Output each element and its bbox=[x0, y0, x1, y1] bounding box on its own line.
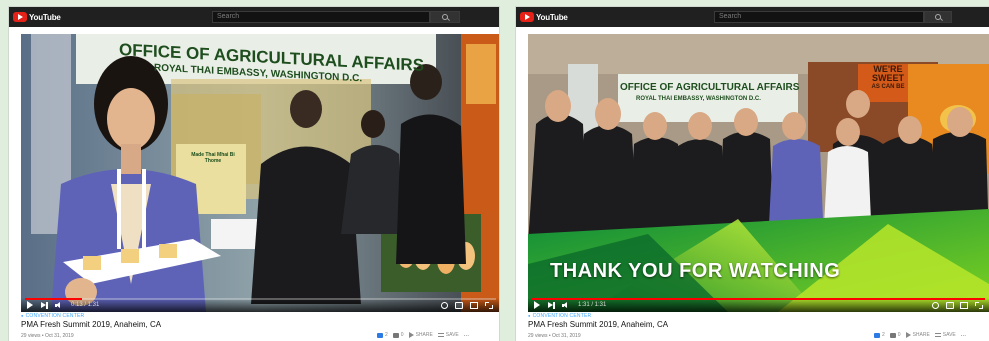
youtube-logo[interactable]: YouTube bbox=[520, 12, 568, 22]
sweet-sign: WE'RE SWEET AS CAN BE bbox=[858, 65, 918, 92]
logo-text: YouTube bbox=[29, 12, 61, 22]
video-meta: 29 views • Oct 31, 2019 bbox=[528, 333, 581, 339]
action-bar: 2 0 SHARE SAVE ... bbox=[874, 332, 966, 338]
video-meta: 29 views • Oct 31, 2019 bbox=[21, 333, 74, 339]
save-icon bbox=[437, 333, 444, 337]
progress-fill bbox=[532, 298, 985, 300]
banner-title: OFFICE OF AGRICULTURAL AFFAIRS bbox=[620, 82, 800, 93]
more-button[interactable]: ... bbox=[464, 332, 470, 338]
thumbs-up-icon bbox=[874, 332, 880, 338]
thumbs-down-icon bbox=[889, 332, 896, 338]
settings-icon[interactable] bbox=[441, 302, 448, 309]
location-tag[interactable]: CONVENTION CENTER bbox=[528, 313, 591, 319]
play-icon[interactable] bbox=[534, 301, 540, 309]
search-icon bbox=[935, 14, 941, 20]
dislike-button[interactable]: 0 bbox=[392, 332, 404, 338]
location-tag[interactable]: CONVENTION CENTER bbox=[21, 313, 84, 319]
more-button[interactable]: ... bbox=[961, 332, 967, 338]
like-button[interactable]: 2 bbox=[874, 332, 885, 338]
theater-icon[interactable] bbox=[470, 302, 478, 309]
fullscreen-icon[interactable] bbox=[485, 302, 493, 309]
share-icon bbox=[905, 332, 911, 338]
theater-icon[interactable] bbox=[960, 302, 968, 309]
dislike-count: 0 bbox=[897, 332, 901, 338]
fullscreen-icon[interactable] bbox=[975, 302, 983, 309]
youtube-window-left: YouTube Search OFFICE OF AGRICULTURAL AF… bbox=[9, 7, 499, 341]
sweet-line2: SWEET bbox=[871, 73, 904, 83]
banner-subtitle: ROYAL THAI EMBASSY, WASHINGTON D.C. bbox=[636, 96, 761, 102]
youtube-play-icon bbox=[13, 12, 27, 22]
like-count: 2 bbox=[882, 332, 885, 338]
dislike-button[interactable]: 0 bbox=[889, 332, 901, 338]
thank-you-overlay: THANK YOU FOR WATCHING bbox=[550, 260, 841, 282]
sign-text: Made Thai Mhai Bi Thome bbox=[191, 152, 235, 164]
search-button[interactable] bbox=[924, 11, 952, 23]
top-bar: YouTube Search bbox=[516, 7, 989, 27]
youtube-logo[interactable]: YouTube bbox=[13, 12, 61, 22]
player-controls: 1:31 / 1:31 bbox=[528, 298, 989, 312]
time-display: 1:31 / 1:31 bbox=[578, 302, 607, 308]
search-input[interactable]: Search bbox=[714, 11, 924, 23]
player-controls: 0:13 / 1:31 bbox=[21, 298, 499, 312]
share-label: SHARE bbox=[912, 332, 930, 338]
video-player[interactable]: OFFICE OF AGRICULTURAL AFFAIRS ROYAL THA… bbox=[21, 34, 499, 312]
progress-fill bbox=[25, 298, 82, 300]
play-icon[interactable] bbox=[27, 301, 33, 309]
share-label: SHARE bbox=[415, 332, 433, 338]
miniplayer-icon[interactable] bbox=[455, 302, 463, 309]
video-title: PMA Fresh Summit 2019, Anaheim, CA bbox=[528, 320, 669, 329]
save-label: SAVE bbox=[445, 332, 459, 338]
like-count: 2 bbox=[385, 332, 388, 338]
sweet-line3: AS CAN BE bbox=[871, 84, 905, 90]
video-player[interactable]: OFFICE OF AGRICULTURAL AFFAIRS ROYAL THA… bbox=[528, 34, 989, 312]
youtube-window-right: YouTube Search OFFICE OF AGRICULTURAL AF… bbox=[516, 7, 989, 341]
top-bar: YouTube Search bbox=[9, 7, 499, 27]
video-title: PMA Fresh Summit 2019, Anaheim, CA bbox=[21, 320, 162, 329]
save-button[interactable]: SAVE bbox=[437, 332, 459, 338]
thumbs-up-icon bbox=[377, 332, 383, 338]
search-input[interactable]: Search bbox=[212, 11, 430, 23]
volume-icon[interactable] bbox=[562, 302, 570, 309]
share-button[interactable]: SHARE bbox=[905, 332, 930, 338]
like-button[interactable]: 2 bbox=[377, 332, 388, 338]
volume-icon[interactable] bbox=[55, 302, 63, 309]
progress-bar[interactable] bbox=[532, 298, 985, 300]
save-icon bbox=[934, 333, 941, 337]
thumbs-down-icon bbox=[392, 332, 399, 338]
next-icon[interactable] bbox=[548, 302, 556, 309]
time-display: 0:13 / 1:31 bbox=[71, 302, 100, 308]
search-button[interactable] bbox=[430, 11, 460, 23]
logo-text: YouTube bbox=[536, 12, 568, 22]
action-bar: 2 0 SHARE SAVE ... bbox=[377, 332, 469, 338]
miniplayer-icon[interactable] bbox=[946, 302, 954, 309]
next-icon[interactable] bbox=[41, 302, 49, 309]
save-button[interactable]: SAVE bbox=[934, 332, 956, 338]
share-button[interactable]: SHARE bbox=[408, 332, 433, 338]
save-label: SAVE bbox=[942, 332, 956, 338]
search-icon bbox=[442, 14, 448, 20]
settings-icon[interactable] bbox=[932, 302, 939, 309]
share-icon bbox=[408, 332, 414, 338]
progress-bar[interactable] bbox=[25, 298, 496, 300]
dislike-count: 0 bbox=[400, 332, 404, 338]
youtube-play-icon bbox=[520, 12, 534, 22]
